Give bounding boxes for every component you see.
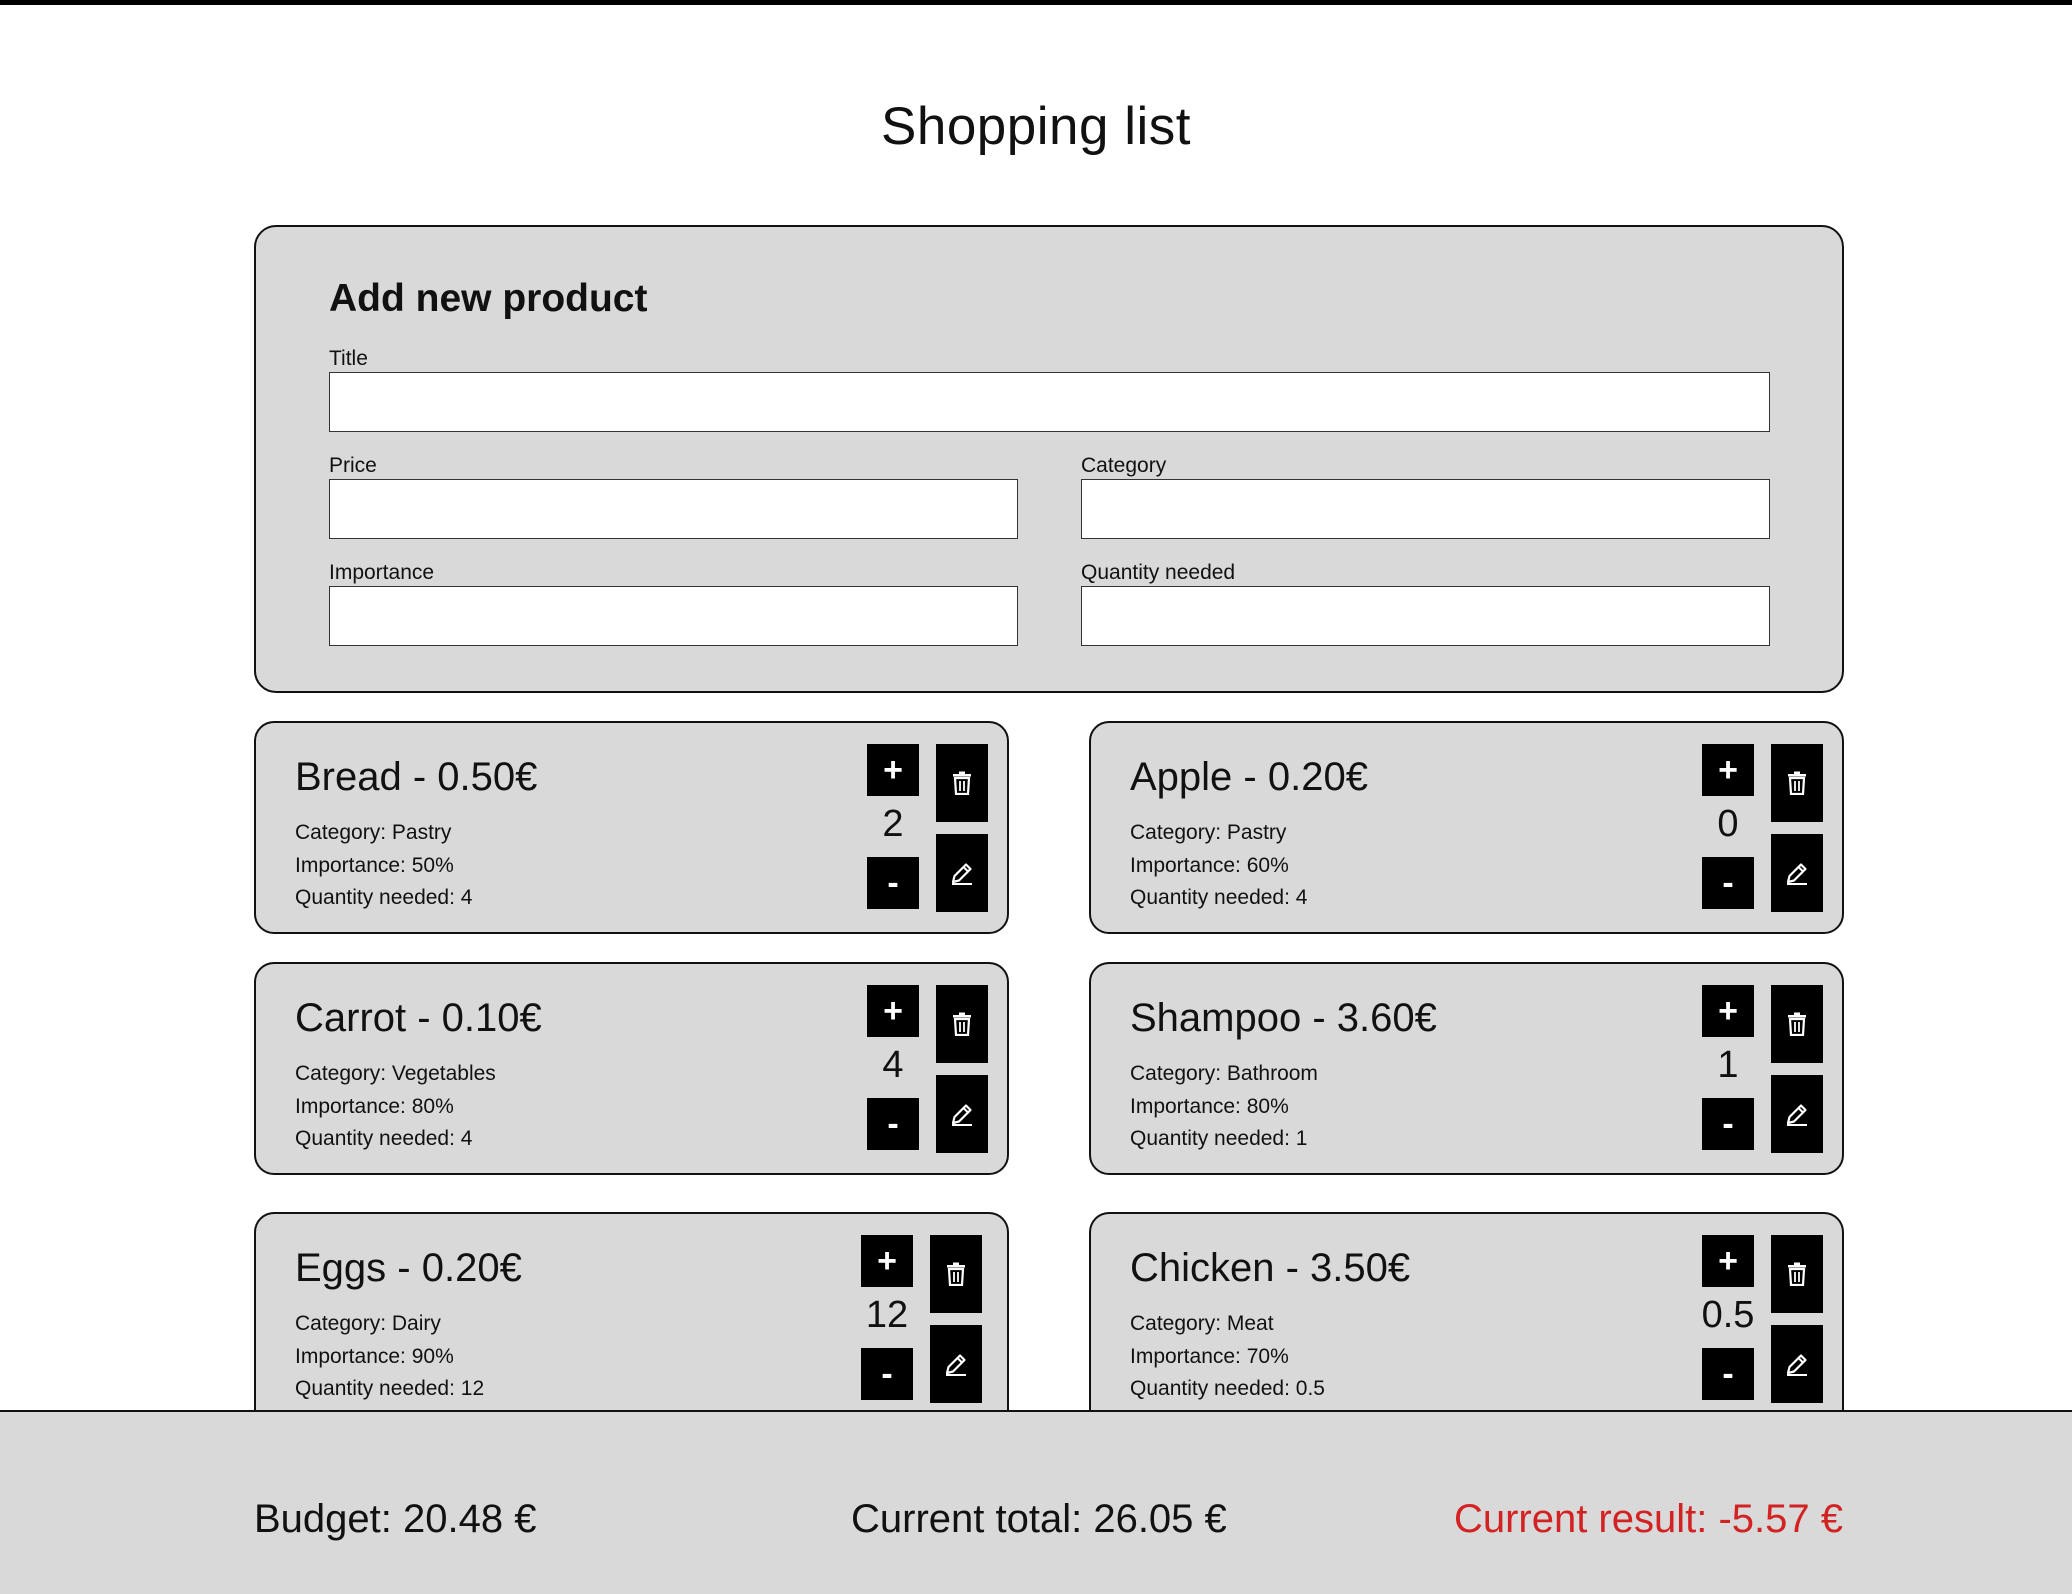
budget-footer: Budget: 20.48 € Current total: 26.05 € C…	[0, 1410, 2072, 1594]
trash-icon	[1786, 1012, 1808, 1036]
product-title: Eggs - 0.20€	[295, 1246, 522, 1290]
product-importance: Importance: 60%	[1130, 854, 1289, 877]
quantity-input[interactable]	[1081, 586, 1770, 646]
decrease-quantity-button[interactable]: -	[1702, 1098, 1754, 1150]
quantity-count: 1	[1717, 1044, 1739, 1086]
increase-quantity-button[interactable]: +	[867, 985, 919, 1037]
pencil-icon	[1784, 860, 1810, 886]
pencil-icon	[949, 860, 975, 886]
decrease-quantity-button[interactable]: -	[867, 1098, 919, 1150]
pencil-icon	[949, 1101, 975, 1127]
product-importance: Importance: 90%	[295, 1345, 454, 1368]
current-result-text: Current result: -5.57 €	[1453, 1497, 1843, 1541]
delete-button[interactable]	[936, 744, 988, 822]
product-card: Carrot - 0.10€ Category: Vegetables Import…	[254, 962, 1009, 1175]
quantity-count: 12	[865, 1294, 909, 1336]
product-card: Chicken - 3.50€ Category: Meat Importance:…	[1089, 1212, 1844, 1412]
top-border	[0, 0, 2072, 5]
increase-quantity-button[interactable]: +	[867, 744, 919, 796]
edit-button[interactable]	[936, 1075, 988, 1153]
current-total-text: Current total: 26.05 €	[851, 1497, 1227, 1541]
quantity-count: 0.5	[1701, 1294, 1755, 1336]
edit-button[interactable]	[1771, 834, 1823, 912]
decrease-quantity-button[interactable]: -	[1702, 1348, 1754, 1400]
delete-button[interactable]	[936, 985, 988, 1063]
pencil-icon	[1784, 1101, 1810, 1127]
title-label: Title	[329, 347, 368, 370]
page-title: Shopping list	[881, 97, 1191, 156]
product-category: Category: Pastry	[1130, 821, 1287, 844]
edit-button[interactable]	[1771, 1325, 1823, 1403]
product-category: Category: Vegetables	[295, 1062, 496, 1085]
product-card: Eggs - 0.20€ Category: Dairy Importance: 9…	[254, 1212, 1009, 1412]
quantity-label: Quantity needed	[1081, 561, 1236, 584]
decrease-quantity-button[interactable]: -	[867, 857, 919, 909]
importance-label: Importance	[329, 561, 435, 584]
delete-button[interactable]	[1771, 985, 1823, 1063]
pencil-icon	[943, 1351, 969, 1377]
trash-icon	[1786, 1262, 1808, 1286]
product-title: Bread - 0.50€	[295, 755, 538, 799]
add-product-form: Add new product Title Price Category Imp…	[254, 225, 1844, 693]
product-quantity-needed: Quantity needed: 4	[295, 1127, 473, 1150]
product-title: Apple - 0.20€	[1130, 755, 1368, 799]
product-quantity-needed: Quantity needed: 1	[1130, 1127, 1308, 1150]
product-importance: Importance: 80%	[295, 1095, 454, 1118]
product-title: Carrot - 0.10€	[295, 996, 542, 1040]
increase-quantity-button[interactable]: +	[1702, 1235, 1754, 1287]
category-label: Category	[1081, 454, 1167, 477]
form-heading: Add new product	[329, 277, 648, 320]
product-title: Shampoo - 3.60€	[1130, 996, 1437, 1040]
trash-icon	[951, 1012, 973, 1036]
product-importance: Importance: 70%	[1130, 1345, 1289, 1368]
price-label: Price	[329, 454, 377, 477]
product-importance: Importance: 80%	[1130, 1095, 1289, 1118]
product-card: Shampoo - 3.60€ Category: Bathroom Importa…	[1089, 962, 1844, 1175]
quantity-count: 4	[882, 1044, 904, 1086]
delete-button[interactable]	[930, 1235, 982, 1313]
delete-button[interactable]	[1771, 744, 1823, 822]
product-quantity-needed: Quantity needed: 4	[295, 886, 473, 909]
product-quantity-needed: Quantity needed: 4	[1130, 886, 1308, 909]
product-card: Apple - 0.20€ Category: Pastry Importance:…	[1089, 721, 1844, 934]
trash-icon	[945, 1262, 967, 1286]
increase-quantity-button[interactable]: +	[1702, 744, 1754, 796]
product-category: Category: Dairy	[295, 1312, 441, 1335]
delete-button[interactable]	[1771, 1235, 1823, 1313]
price-input[interactable]	[329, 479, 1018, 539]
increase-quantity-button[interactable]: +	[861, 1235, 913, 1287]
increase-quantity-button[interactable]: +	[1702, 985, 1754, 1037]
edit-button[interactable]	[936, 834, 988, 912]
trash-icon	[1786, 771, 1808, 795]
product-quantity-needed: Quantity needed: 0.5	[1130, 1377, 1325, 1400]
product-quantity-needed: Quantity needed: 12	[295, 1377, 485, 1400]
trash-icon	[951, 771, 973, 795]
quantity-count: 2	[882, 803, 904, 845]
product-category: Category: Pastry	[295, 821, 452, 844]
budget-text: Budget: 20.48 €	[254, 1497, 537, 1541]
quantity-count: 0	[1717, 803, 1739, 845]
title-input[interactable]	[329, 372, 1770, 432]
importance-input[interactable]	[329, 586, 1018, 646]
decrease-quantity-button[interactable]: -	[861, 1348, 913, 1400]
pencil-icon	[1784, 1351, 1810, 1377]
category-input[interactable]	[1081, 479, 1770, 539]
product-category: Category: Meat	[1130, 1312, 1274, 1335]
product-card: Bread - 0.50€ Category: Pastry Importance:…	[254, 721, 1009, 934]
edit-button[interactable]	[930, 1325, 982, 1403]
product-importance: Importance: 50%	[295, 854, 454, 877]
edit-button[interactable]	[1771, 1075, 1823, 1153]
product-category: Category: Bathroom	[1130, 1062, 1318, 1085]
decrease-quantity-button[interactable]: -	[1702, 857, 1754, 909]
product-title: Chicken - 3.50€	[1130, 1246, 1411, 1290]
